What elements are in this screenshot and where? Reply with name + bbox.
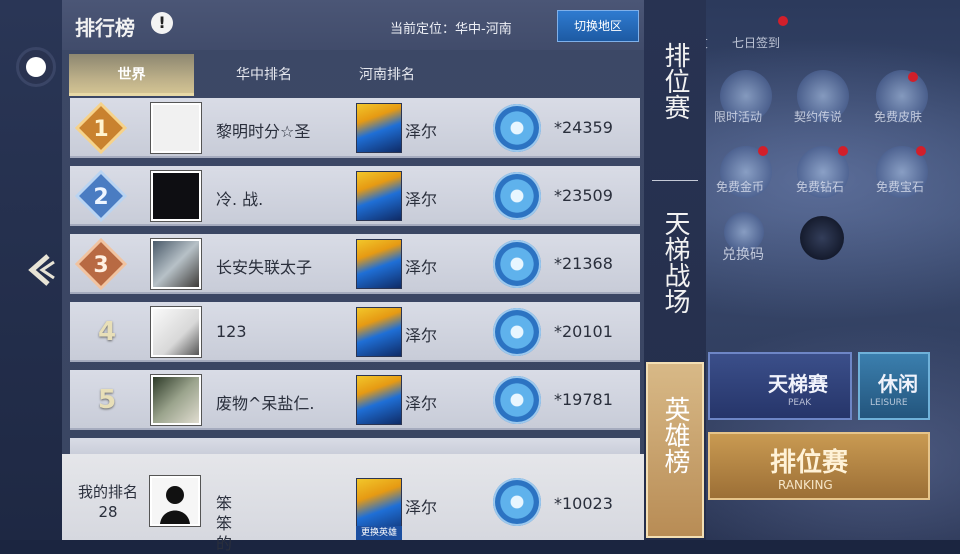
divider bbox=[652, 180, 698, 181]
category-tabs: 排位赛 天梯战场 英雄榜 bbox=[644, 0, 706, 540]
rank-number: 4 bbox=[97, 317, 117, 347]
my-rank-label: 我的排名 28 bbox=[72, 482, 144, 522]
tier-emblem-icon bbox=[493, 104, 541, 152]
svg-text:1: 1 bbox=[93, 117, 108, 142]
rank-badge-icon: 1 bbox=[75, 102, 127, 154]
hero-portrait-icon bbox=[356, 375, 402, 425]
hero-portrait-icon bbox=[356, 103, 402, 153]
free-diamond-label: 免费钻石 bbox=[796, 180, 845, 194]
hero-name: 泽尔 bbox=[405, 326, 438, 345]
score: *21368 bbox=[554, 254, 613, 273]
record-button[interactable] bbox=[16, 47, 56, 87]
tier-emblem-icon bbox=[493, 376, 541, 424]
leaderboard-row[interactable]: 1 黎明时分☆圣 泽尔 *24359 bbox=[70, 98, 640, 158]
contract-legend-label: 契约传说 bbox=[794, 110, 843, 124]
tab-heroes[interactable]: 英雄榜 bbox=[646, 362, 704, 538]
current-location: 当前定位：华中-河南 bbox=[390, 22, 512, 37]
my-player-name: 笨笨的 bbox=[216, 494, 233, 553]
notification-dot bbox=[778, 16, 788, 26]
avatar[interactable] bbox=[150, 374, 202, 426]
avatar[interactable] bbox=[150, 238, 202, 290]
tier-emblem-icon bbox=[493, 478, 541, 526]
switch-region-button[interactable]: 切换地区 bbox=[557, 10, 639, 42]
tier-emblem-icon bbox=[493, 240, 541, 288]
info-icon[interactable]: ! bbox=[151, 12, 173, 34]
tab-henan[interactable]: 河南排名 bbox=[337, 54, 437, 96]
tab-ranked[interactable]: 排位赛 bbox=[644, 42, 706, 128]
player-name: 长安失联太子 bbox=[216, 258, 313, 277]
free-gold-label: 免费金币 bbox=[716, 180, 765, 194]
panel-header: 排行榜 ! 当前定位：华中-河南 切换地区 bbox=[62, 0, 644, 50]
score: *24359 bbox=[554, 118, 613, 137]
tab-central-china[interactable]: 华中排名 bbox=[219, 54, 309, 96]
avatar[interactable] bbox=[150, 306, 202, 358]
player-name: 黎明时分☆圣 bbox=[216, 122, 311, 141]
rank-badge-icon: 2 bbox=[75, 170, 127, 222]
player-name: 冷. 战. bbox=[216, 190, 264, 209]
hero-name: 泽尔 bbox=[405, 394, 438, 413]
notification-dot bbox=[758, 146, 768, 156]
free-skin-label: 免费皮肤 bbox=[874, 110, 923, 124]
score: *19781 bbox=[554, 390, 613, 409]
leaderboard-tabs: 世界 华中排名 河南排名 bbox=[69, 54, 641, 96]
hero-name: 泽尔 bbox=[405, 190, 438, 209]
notification-dot bbox=[916, 146, 926, 156]
my-rank-number: 28 bbox=[98, 503, 118, 521]
rank-badge-icon: 3 bbox=[75, 238, 127, 290]
score: *23509 bbox=[554, 186, 613, 205]
ladder-mode-title: 天梯赛 bbox=[768, 372, 828, 396]
my-hero-name: 泽尔 bbox=[405, 498, 438, 517]
redeem-code-label: 兑换码 bbox=[722, 247, 764, 263]
page-title: 排行榜 bbox=[75, 16, 135, 40]
tab-ladder[interactable]: 天梯战场 bbox=[644, 210, 706, 322]
my-rank-title: 我的排名 bbox=[77, 483, 138, 501]
tier-emblem-icon bbox=[493, 172, 541, 220]
ladder-mode-button[interactable]: 天梯赛 PEAK bbox=[708, 352, 852, 420]
tab-ranked-label: 排位赛 bbox=[660, 42, 690, 120]
avatar[interactable] bbox=[150, 102, 202, 154]
leaderboard-row[interactable]: 2 冷. 战. 泽尔 *23509 bbox=[70, 166, 640, 226]
checkin-label: 七日签到 bbox=[732, 36, 781, 50]
record-icon bbox=[26, 57, 46, 77]
ranked-mode-subtitle: RANKING bbox=[778, 478, 833, 492]
limited-event-label: 限时活动 bbox=[714, 110, 763, 124]
avatar-silhouette-icon bbox=[160, 486, 190, 524]
player-name: 123 bbox=[216, 322, 247, 341]
my-rank-row: 我的排名 28 笨笨的 更换英雄 泽尔 *10023 bbox=[62, 454, 644, 553]
ranked-mode-button[interactable]: 排位赛 RANKING bbox=[708, 432, 930, 500]
casual-mode-title: 休闲 bbox=[878, 372, 918, 396]
tab-ladder-label: 天梯战场 bbox=[660, 210, 690, 314]
free-gem-label: 免费宝石 bbox=[876, 180, 925, 194]
ladder-mode-subtitle: PEAK bbox=[788, 398, 812, 408]
leaderboard-row[interactable]: 4 123 泽尔 *20101 bbox=[70, 302, 640, 362]
my-avatar[interactable] bbox=[149, 475, 201, 527]
hero-name: 泽尔 bbox=[405, 122, 438, 141]
tier-emblem-icon bbox=[493, 308, 541, 356]
svg-text:3: 3 bbox=[93, 253, 108, 278]
leaderboard-row[interactable]: 5 废物^呆盐仁. 泽尔 *19781 bbox=[70, 370, 640, 430]
ranked-mode-title: 排位赛 bbox=[770, 448, 849, 478]
back-button[interactable] bbox=[24, 250, 58, 290]
tab-heroes-label: 英雄榜 bbox=[660, 396, 690, 474]
casual-mode-button[interactable]: 休闲 LEISURE bbox=[858, 352, 930, 420]
tab-world[interactable]: 世界 bbox=[69, 54, 194, 96]
notification-dot bbox=[908, 72, 918, 82]
score: *20101 bbox=[554, 322, 613, 341]
change-hero-button[interactable]: 更换英雄 bbox=[356, 526, 402, 540]
my-score: *10023 bbox=[554, 494, 613, 513]
leaderboard-row[interactable]: 3 长安失联太子 泽尔 *21368 bbox=[70, 234, 640, 294]
hero-portrait-icon bbox=[356, 171, 402, 221]
chevron-left-icon bbox=[28, 254, 55, 286]
rank-number: 5 bbox=[97, 385, 117, 415]
notification-dot bbox=[838, 146, 848, 156]
player-name: 废物^呆盐仁. bbox=[216, 394, 315, 413]
sound-toggle-icon[interactable] bbox=[800, 216, 844, 260]
hero-name: 泽尔 bbox=[405, 258, 438, 277]
svg-text:2: 2 bbox=[93, 185, 108, 210]
hero-portrait-icon bbox=[356, 239, 402, 289]
avatar[interactable] bbox=[150, 170, 202, 222]
casual-mode-subtitle: LEISURE bbox=[870, 398, 908, 408]
hero-portrait-icon bbox=[356, 307, 402, 357]
